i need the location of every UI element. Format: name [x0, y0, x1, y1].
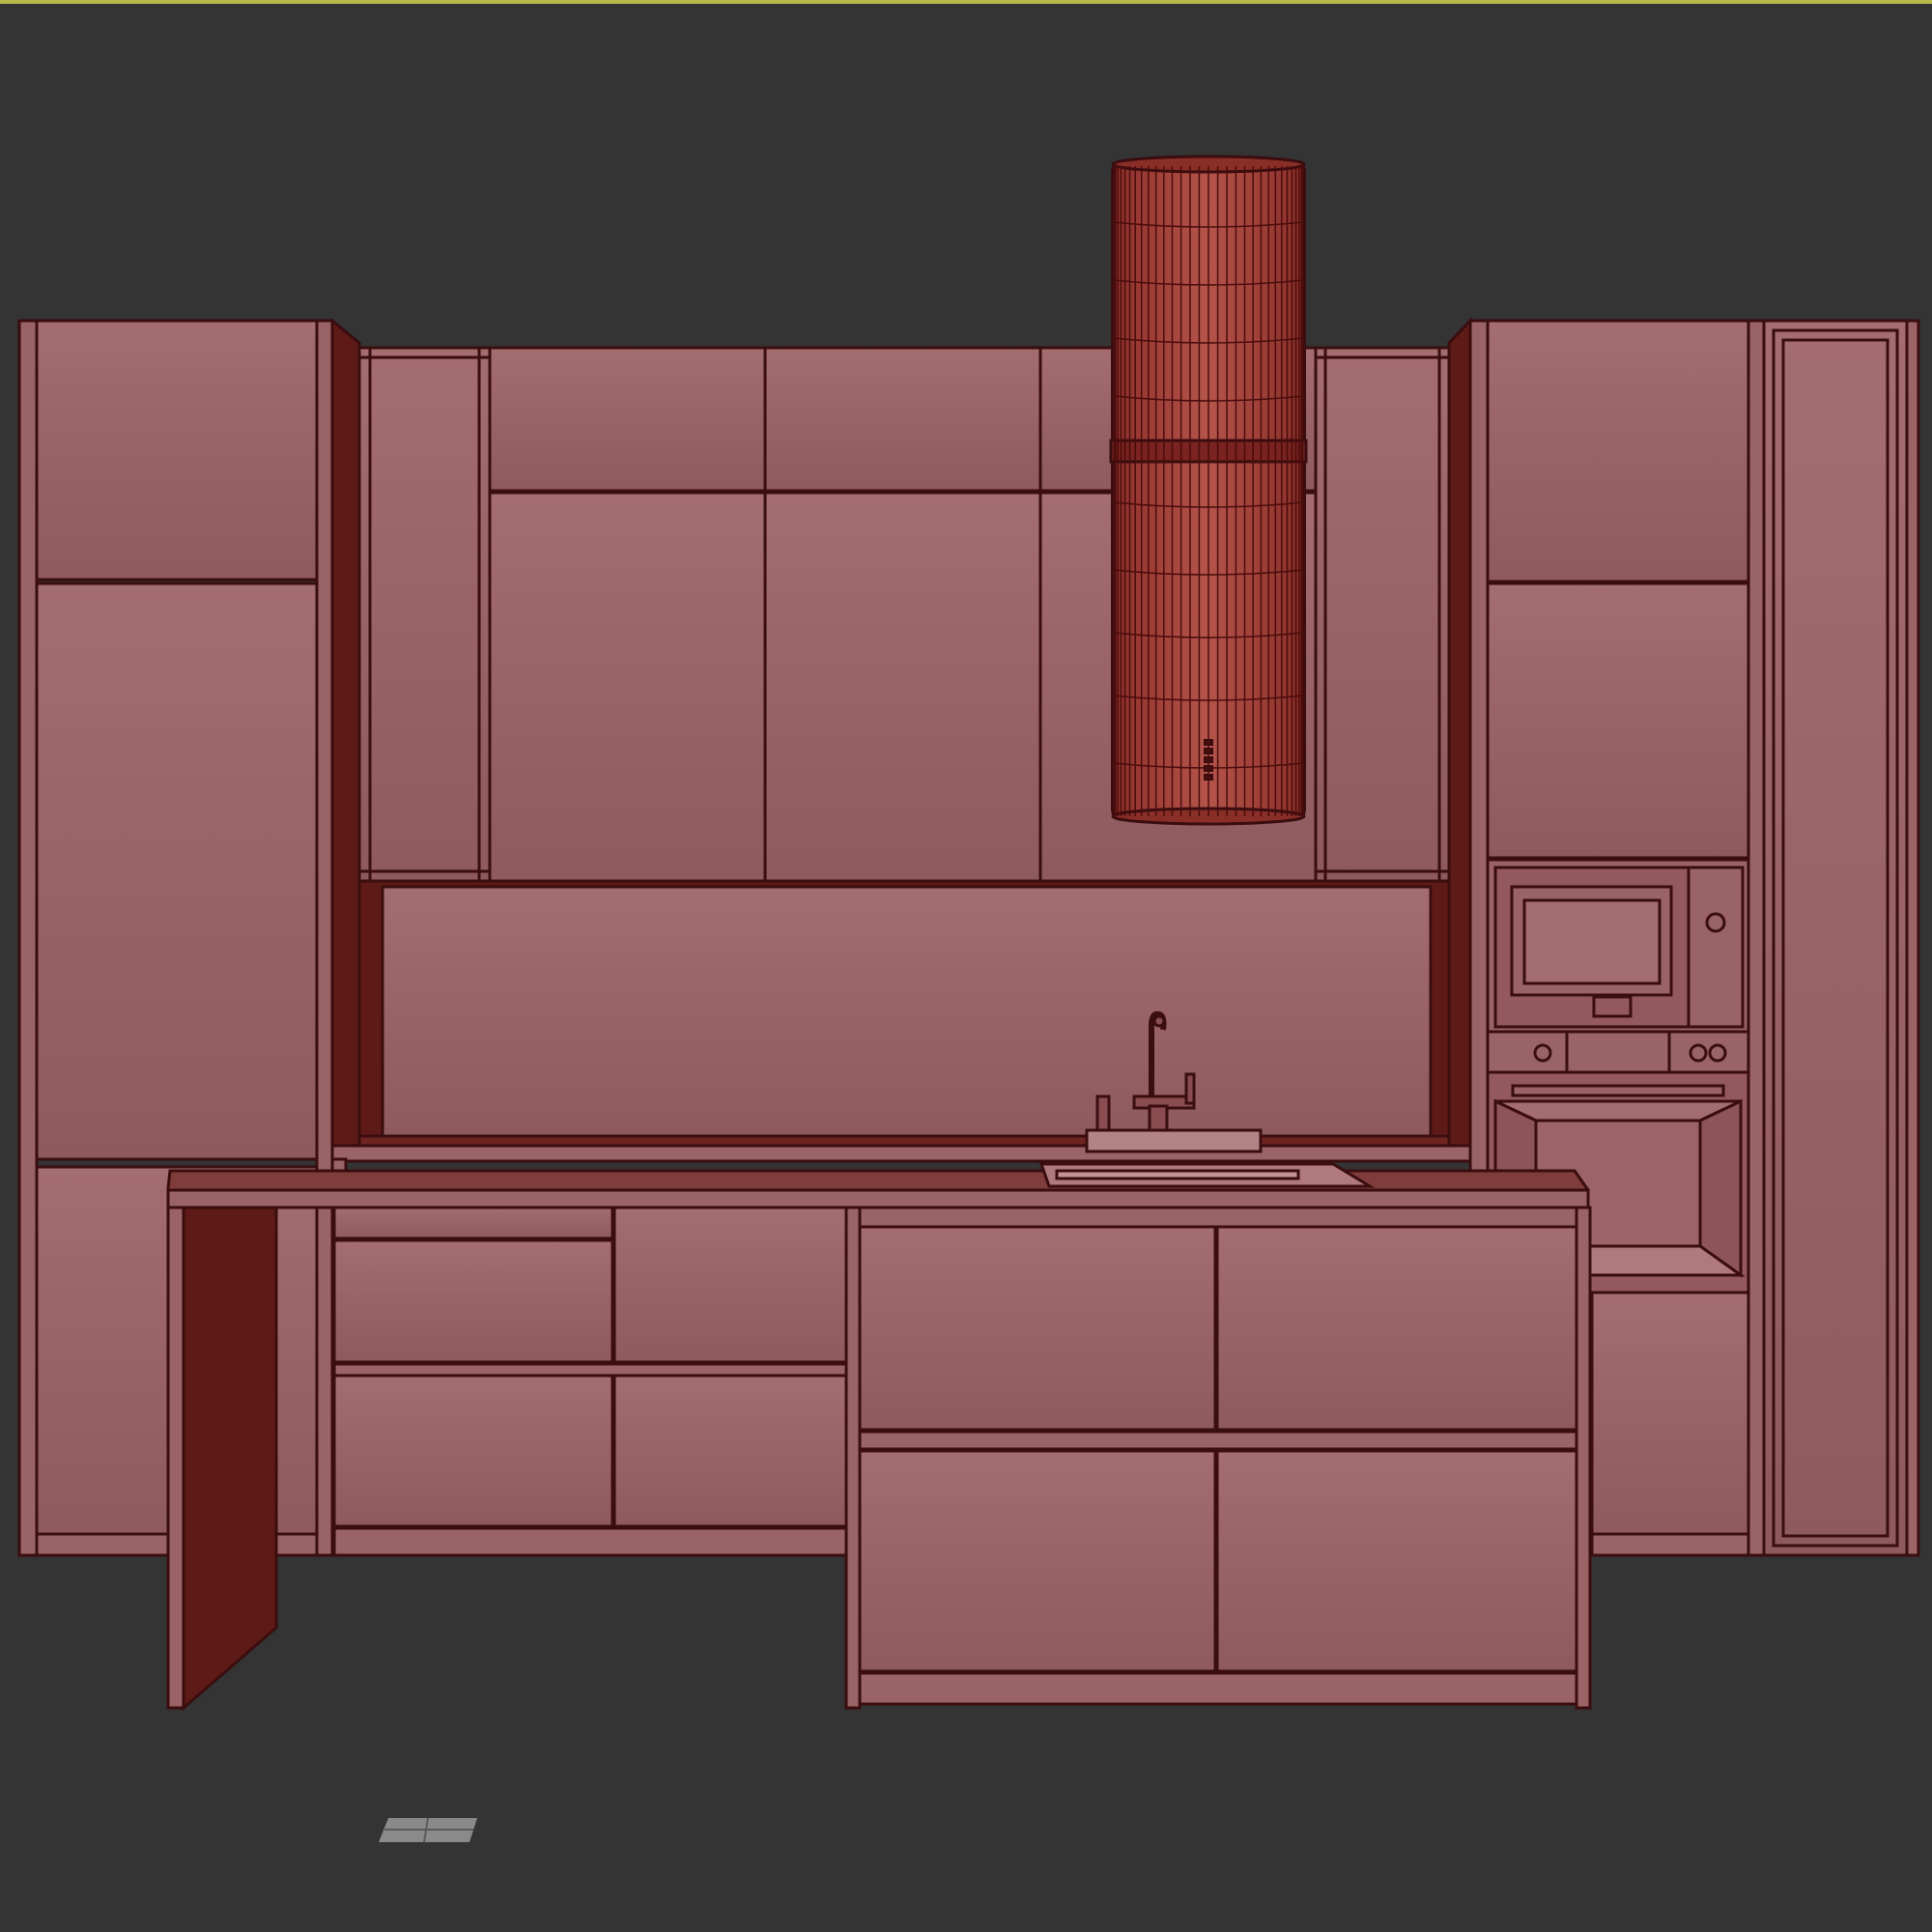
left-recess — [330, 317, 361, 1151]
grid-gizmo-icon — [379, 1817, 477, 1843]
backsplash — [330, 879, 1472, 1163]
right-recess — [1447, 317, 1472, 1151]
range-hood[interactable] — [1109, 155, 1308, 826]
base-cabinets[interactable] — [330, 1157, 848, 1557]
microwave[interactable] — [1486, 858, 1750, 1034]
3d-viewport[interactable] — [0, 0, 1932, 1932]
kitchen-scene[interactable] — [0, 0, 1932, 1932]
